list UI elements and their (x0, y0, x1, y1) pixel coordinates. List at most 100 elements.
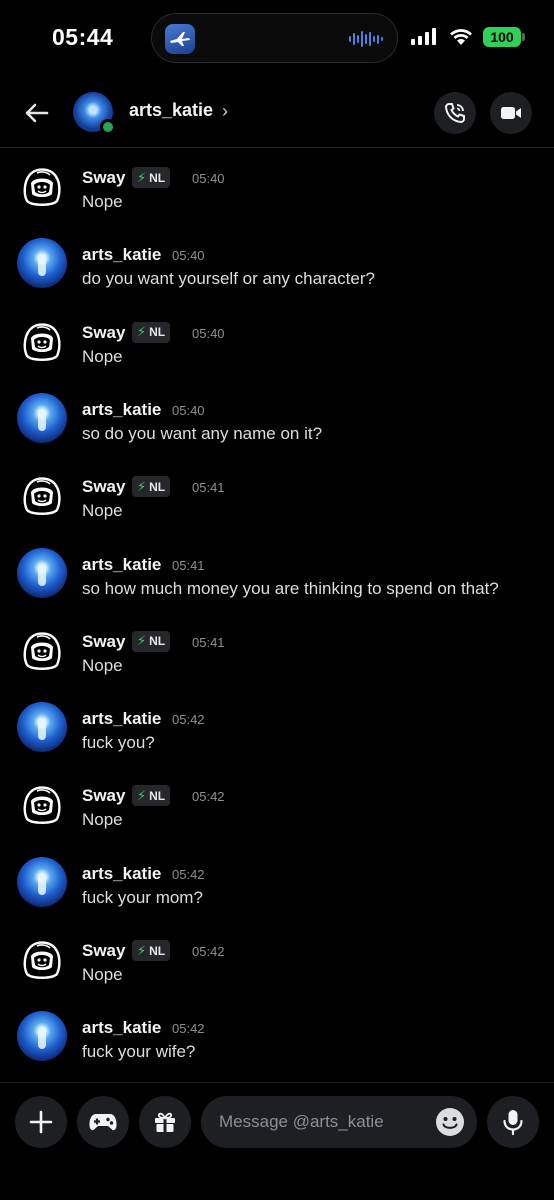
message-text: do you want yourself or any character? (82, 269, 375, 289)
avatar[interactable] (17, 702, 67, 753)
message-author[interactable]: Sway (82, 323, 125, 343)
message-text: fuck your wife? (82, 1042, 196, 1062)
online-status-icon (100, 119, 116, 135)
chevron-right-icon[interactable]: › (222, 101, 228, 122)
plus-button[interactable] (15, 1096, 67, 1148)
message-timestamp: 05:40 (172, 248, 205, 264)
message-text: Nope (82, 655, 123, 675)
message-input[interactable]: Message @arts_katie (201, 1096, 477, 1148)
lightning-icon: ⚡ (137, 787, 147, 803)
emoji-icon[interactable] (435, 1107, 465, 1137)
message-text: fuck you? (82, 733, 155, 753)
message-timestamp: 05:42 (192, 944, 225, 959)
lightning-icon: ⚡ (137, 324, 147, 340)
plus-icon (29, 1110, 53, 1134)
message-author[interactable]: Sway (82, 941, 125, 961)
message-row[interactable]: arts_katie 05:42 fuck your wife? (0, 1002, 554, 1072)
header-username[interactable]: arts_katie (129, 100, 213, 121)
message-row[interactable]: Sway ⚡ NL 05:42 Nope (0, 925, 554, 995)
message-author[interactable]: arts_katie (82, 709, 161, 729)
gift-button[interactable] (139, 1096, 191, 1148)
status-time: 05:44 (52, 24, 114, 50)
server-tag-badge[interactable]: ⚡ NL (132, 167, 171, 188)
message-timestamp: 05:41 (192, 480, 225, 496)
server-tag-label: NL (149, 943, 166, 958)
message-text: Nope (82, 965, 123, 984)
video-call-button[interactable] (490, 92, 532, 134)
avatar[interactable] (17, 547, 67, 598)
message-timestamp: 05:42 (172, 866, 205, 882)
message-timestamp: 05:42 (192, 789, 225, 805)
message-text: so how much money you are thinking to sp… (82, 578, 499, 598)
message-text: so do you want any name on it? (82, 423, 323, 443)
chat-header: arts_katie › (0, 80, 554, 148)
games-button[interactable] (77, 1096, 129, 1148)
signal-icon (411, 28, 436, 45)
avatar[interactable] (17, 238, 67, 289)
message-author[interactable]: arts_katie (82, 1018, 161, 1038)
message-timestamp: 05:41 (192, 634, 225, 650)
status-bar: 05:44 100 (0, 0, 554, 80)
server-tag-badge[interactable]: ⚡ NL (132, 630, 171, 652)
message-row[interactable]: arts_katie 05:42 fuck your mom? (0, 848, 554, 918)
message-text: Nope (82, 346, 123, 366)
message-author[interactable]: Sway (82, 632, 125, 652)
avatar[interactable] (17, 934, 67, 984)
message-input-placeholder: Message @arts_katie (219, 1112, 384, 1131)
message-author[interactable]: arts_katie (82, 864, 161, 884)
voice-message-button[interactable] (487, 1096, 539, 1148)
message-author[interactable]: arts_katie (82, 555, 161, 575)
server-tag-label: NL (149, 170, 166, 185)
message-composer: Message @arts_katie (0, 1082, 554, 1200)
lightning-icon: ⚡ (137, 169, 147, 185)
message-row[interactable]: Sway ⚡ NL 05:40 Nope (0, 152, 554, 222)
message-timestamp: 05:40 (192, 171, 225, 186)
server-tag-badge[interactable]: ⚡ NL (132, 940, 171, 961)
airplane-app-icon (165, 24, 195, 54)
server-tag-label: NL (149, 634, 166, 649)
avatar[interactable] (17, 779, 67, 830)
message-text: Nope (82, 192, 123, 211)
avatar[interactable] (17, 315, 67, 366)
message-row[interactable]: arts_katie 05:40 so do you want any name o… (0, 384, 554, 454)
server-tag-label: NL (149, 788, 166, 803)
message-row[interactable]: Sway ⚡ NL 05:41 Nope (0, 461, 554, 531)
video-call-icon (501, 107, 521, 119)
dynamic-island[interactable] (151, 13, 398, 63)
message-text: Nope (82, 501, 123, 521)
avatar[interactable] (17, 161, 67, 211)
avatar[interactable] (17, 1011, 67, 1062)
voice-call-button[interactable] (434, 92, 476, 134)
message-row[interactable]: Sway ⚡ NL 05:41 Nope (0, 616, 554, 686)
battery-tip (522, 33, 525, 41)
avatar[interactable] (17, 624, 67, 675)
voice-call-icon (444, 103, 465, 124)
lightning-icon: ⚡ (137, 633, 147, 649)
lightning-icon: ⚡ (137, 942, 147, 958)
message-author[interactable]: arts_katie (82, 400, 161, 420)
server-tag-badge[interactable]: ⚡ NL (132, 476, 171, 498)
message-row[interactable]: arts_katie 05:41 so how much money you are… (0, 539, 554, 609)
message-list[interactable]: Sway ⚡ NL 05:40 Nope arts_katie 05:40 do you wa… (0, 148, 554, 1082)
message-author[interactable]: Sway (82, 477, 125, 497)
microphone-icon (503, 1110, 523, 1136)
avatar[interactable] (17, 856, 67, 907)
message-row[interactable]: arts_katie 05:42 fuck you? (0, 693, 554, 763)
lightning-icon: ⚡ (137, 478, 147, 494)
message-text: Nope (82, 810, 123, 830)
message-author[interactable]: arts_katie (82, 245, 161, 265)
message-row[interactable]: arts_katie 05:40 do you want yourself or a… (0, 229, 554, 299)
server-tag-badge[interactable]: ⚡ NL (132, 321, 171, 343)
message-author[interactable]: Sway (82, 168, 125, 188)
server-tag-badge[interactable]: ⚡ NL (132, 785, 171, 807)
back-arrow-icon[interactable] (20, 96, 54, 130)
server-tag-label: NL (149, 325, 166, 340)
message-row[interactable]: Sway ⚡ NL 05:40 Nope (0, 307, 554, 377)
message-row[interactable]: Sway ⚡ NL 05:42 Nope (0, 770, 554, 840)
message-author[interactable]: Sway (82, 786, 125, 806)
avatar[interactable] (17, 392, 67, 443)
battery-icon: 100 (483, 27, 521, 47)
avatar[interactable] (17, 470, 67, 521)
message-timestamp: 05:42 (172, 712, 205, 728)
gift-icon (155, 1112, 175, 1132)
